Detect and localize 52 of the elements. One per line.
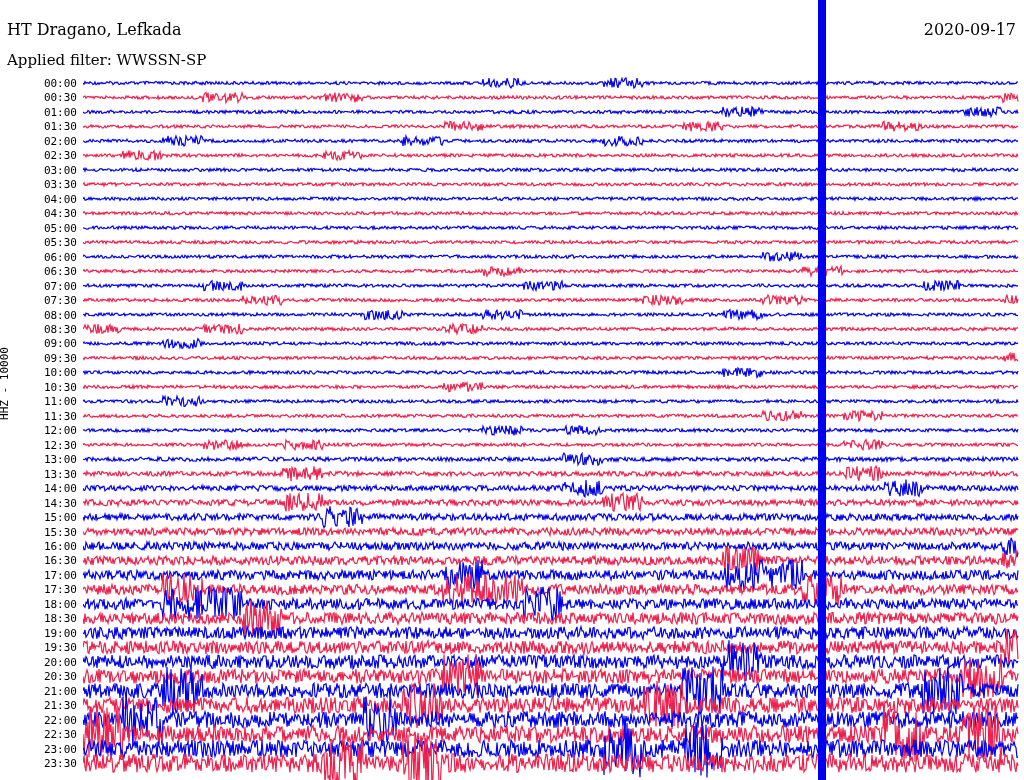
time-label: 15:30: [43, 525, 77, 540]
time-label: 02:00: [43, 134, 77, 150]
time-label: 21:00: [43, 684, 77, 700]
time-label: 01:30: [43, 120, 77, 135]
time-label: 03:30: [43, 178, 77, 193]
time-label: 14:00: [43, 482, 77, 497]
time-label: 10:00: [43, 366, 77, 381]
time-label: 11:00: [43, 395, 77, 410]
time-label: 08:30: [43, 322, 77, 338]
time-label: 04:30: [43, 207, 77, 222]
time-label: 04:00: [43, 192, 77, 208]
time-label: 06:30: [43, 265, 77, 280]
time-label: 17:00: [43, 568, 77, 584]
time-label: 12:30: [43, 438, 77, 454]
time-label: 20:00: [43, 655, 77, 671]
time-label: 19:00: [43, 626, 77, 642]
time-label: 21:30: [43, 699, 77, 714]
time-label: 03:00: [43, 163, 77, 179]
time-label: 09:00: [43, 337, 77, 352]
time-label: 16:00: [43, 540, 77, 555]
time-label: 18:00: [43, 597, 77, 613]
time-label: 07:30: [43, 294, 77, 309]
time-label: 13:30: [43, 467, 77, 483]
time-label: 07:00: [43, 279, 77, 295]
time-label: 17:30: [43, 583, 77, 598]
time-label: 23:00: [43, 742, 77, 758]
time-label: 09:30: [43, 351, 77, 367]
time-label: 23:30: [43, 757, 77, 772]
time-label: 06:00: [43, 250, 77, 266]
time-label: 05:00: [43, 221, 77, 237]
time-label: 05:30: [43, 236, 77, 251]
date-label: 2020-09-17: [923, 20, 1016, 40]
time-label: 00:30: [43, 91, 77, 106]
time-label: 08:00: [43, 308, 77, 323]
time-label: 22:00: [43, 713, 77, 729]
time-label: 13:00: [43, 453, 77, 468]
time-label: 19:30: [43, 641, 77, 656]
time-label: 14:30: [43, 496, 77, 512]
time-label: 16:30: [43, 554, 77, 569]
time-label: 20:30: [43, 670, 77, 685]
filter-label: Applied filter: WWSSN-SP: [6, 50, 208, 70]
time-label: 02:30: [43, 149, 77, 164]
time-label: 00:00: [43, 77, 77, 92]
time-label: 18:30: [43, 612, 77, 627]
time-label: 12:00: [43, 424, 77, 439]
time-label: 22:30: [43, 728, 77, 743]
time-label: 01:00: [43, 105, 77, 121]
time-label: 15:00: [43, 511, 77, 526]
time-label: 11:30: [43, 409, 77, 425]
channel-label: HHZ - 10000: [0, 347, 11, 420]
station-title: HT Dragano, Lefkada: [7, 20, 182, 40]
time-label: 10:30: [43, 380, 77, 396]
